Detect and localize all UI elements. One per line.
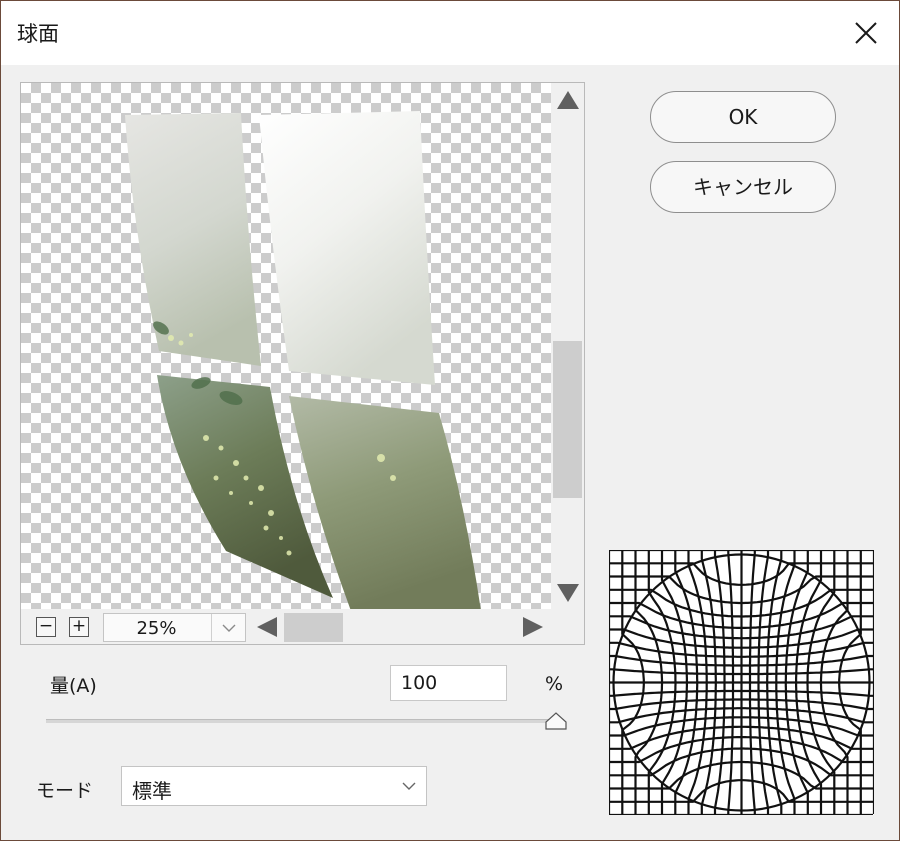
preview-toolbar: − + 25% (21, 609, 584, 644)
zoom-in-button[interactable]: + (69, 617, 89, 637)
chevron-down-icon (402, 782, 416, 790)
mode-select[interactable]: 標準 (121, 766, 427, 806)
sphere-filter-dialog: 球面 − + 25% OK キャンセル 量(A) 100 % モード 標準 (1, 1, 899, 840)
cancel-button[interactable]: キャンセル (650, 161, 836, 213)
close-icon (855, 22, 877, 44)
vertical-scroll-thumb[interactable] (553, 341, 582, 498)
zoom-level-value: 25% (136, 618, 177, 639)
amount-slider-track[interactable] (46, 719, 564, 723)
scroll-left-icon[interactable] (255, 616, 279, 638)
horizontal-scroll-thumb[interactable] (284, 613, 343, 642)
zoom-level-combo[interactable]: 25% (103, 613, 246, 642)
vertical-scrollbar[interactable] (551, 83, 584, 609)
chevron-down-icon (222, 624, 236, 632)
mode-label: モード (36, 780, 94, 802)
scroll-up-icon[interactable] (556, 89, 580, 111)
amount-slider-thumb[interactable] (544, 711, 568, 731)
amount-unit: % (545, 673, 564, 695)
amount-input[interactable] (390, 665, 507, 701)
mode-selected-value: 標準 (132, 779, 172, 803)
close-button[interactable] (837, 6, 895, 60)
zoom-in-icon: + (71, 616, 87, 636)
scroll-down-icon[interactable] (556, 582, 580, 604)
zoom-out-icon: − (38, 616, 54, 636)
amount-label: 量(A) (50, 675, 97, 697)
zoom-dropdown-button[interactable] (211, 614, 245, 641)
dialog-title: 球面 (17, 22, 59, 46)
ok-button[interactable]: OK (650, 91, 836, 143)
preview-canvas[interactable] (21, 83, 551, 609)
scroll-right-icon[interactable] (521, 616, 545, 638)
zoom-out-button[interactable]: − (36, 617, 56, 637)
preview-panel: − + 25% (20, 82, 585, 645)
distortion-grid-preview (607, 548, 876, 817)
title-bar: 球面 (1, 1, 899, 65)
sphere-grid-icon (607, 548, 876, 817)
spherized-photo (125, 111, 481, 609)
